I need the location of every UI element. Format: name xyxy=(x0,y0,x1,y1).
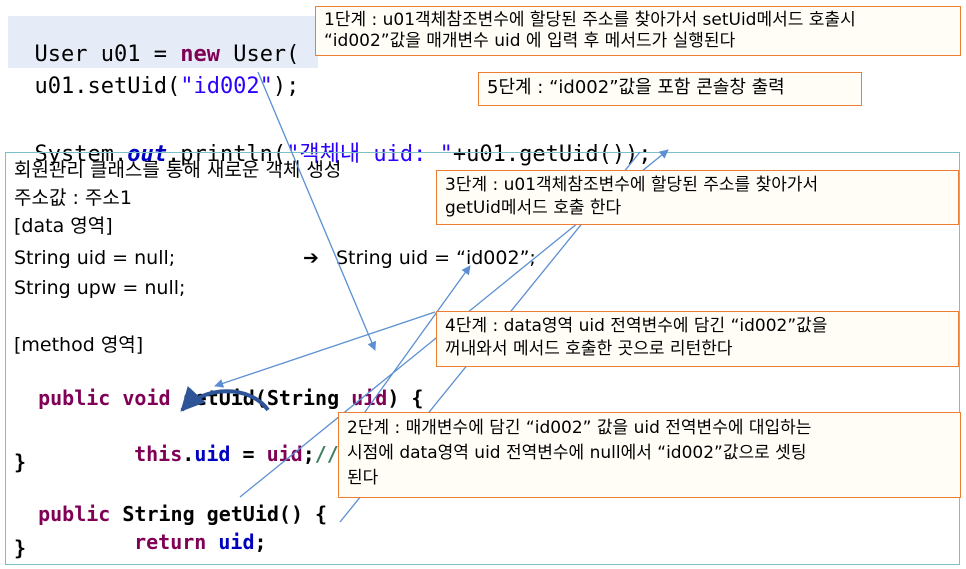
step4-callout: 4단계 : data영역 uid 전역변수에 담긴 “id002”값을 꺼내와서… xyxy=(436,311,959,367)
arrow-step4 xyxy=(214,311,436,388)
arrow-step1 xyxy=(257,71,377,351)
step2-text-line3: 된다 xyxy=(347,468,379,488)
step4-text-line1: 4단계 : data영역 uid 전역변수에 담긴 “id002”값을 xyxy=(445,316,828,336)
curved-assign-arrow xyxy=(180,385,270,412)
step5-text: 5단계 : “id002”값을 포함 콘솔창 출력 xyxy=(487,77,785,98)
step2-text-line1: 2단계 : 매개변수에 담긴 “id002” 값을 uid 전역변수에 대입하는 xyxy=(347,418,812,438)
step3-text-line2: getUid메서드 호출 한다 xyxy=(445,198,622,218)
step4-text-line2: 꺼내와서 메서드 호출한 곳으로 리턴한다 xyxy=(445,339,733,359)
step1-text-line1: 1단계 : u01객체참조변수에 할당된 주소를 찾아가서 setUid메서드 … xyxy=(324,10,856,30)
step3-text-line1: 3단계 : u01객체참조변수에 할당된 주소를 찾아가서 xyxy=(445,175,819,195)
step3-callout: 3단계 : u01객체참조변수에 할당된 주소를 찾아가서 getUid메서드 … xyxy=(436,170,959,225)
step1-callout: 1단계 : u01객체참조변수에 할당된 주소를 찾아가서 setUid메서드 … xyxy=(315,6,961,56)
step1-text-line2: “id002”값을 매개변수 uid 에 입력 후 메서드가 실행된다 xyxy=(324,31,736,51)
step2-text-line2: 시점에 data영역 uid 전역변수에 null에서 “id002”값으로 셋… xyxy=(347,443,807,463)
step2-callout: 2단계 : 매개변수에 담긴 “id002” 값을 uid 전역변수에 대입하는… xyxy=(338,412,961,498)
step5-callout: 5단계 : “id002”값을 포함 콘솔창 출력 xyxy=(478,72,862,106)
